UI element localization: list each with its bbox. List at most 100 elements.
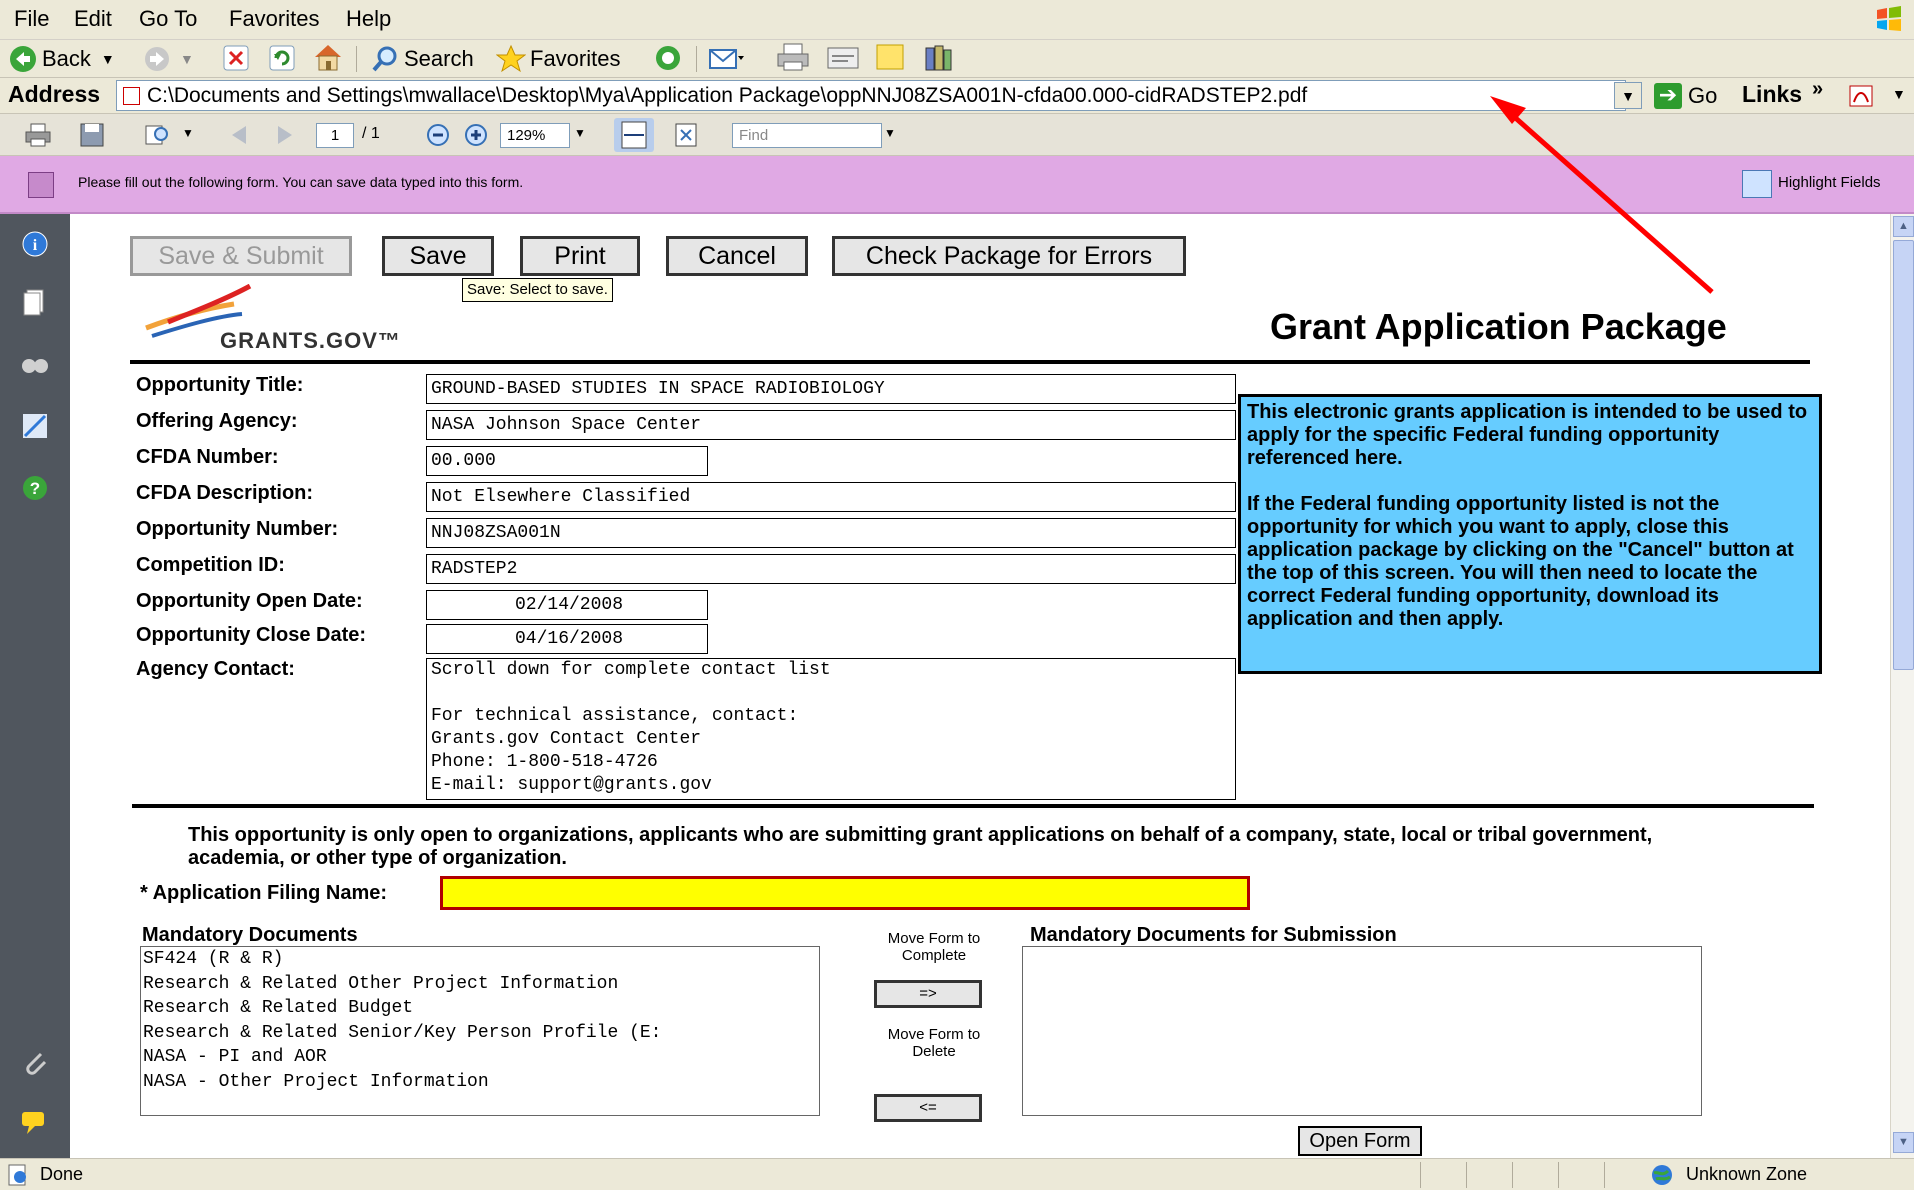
signatures-icon[interactable] — [19, 410, 51, 442]
list-item[interactable]: NASA - Other Project Information — [143, 1070, 819, 1095]
eligibility-notice: This opportunity is only open to organiz… — [188, 824, 1653, 869]
left-navigation-panel: i ? — [0, 214, 70, 1158]
next-page-icon[interactable] — [270, 122, 298, 148]
pages-icon[interactable] — [19, 286, 51, 318]
contact-line: Grants.gov Contact Center — [431, 729, 702, 749]
status-pane — [1512, 1162, 1552, 1188]
zoom-level-input[interactable]: 129% — [500, 123, 570, 148]
address-url: C:\Documents and Settings\mwallace\Deskt… — [147, 84, 1308, 107]
menu-file[interactable]: File — [14, 6, 49, 32]
scroll-thumb[interactable] — [1893, 240, 1914, 670]
windows-logo-icon — [1877, 6, 1901, 31]
ie-page-icon — [8, 1164, 26, 1186]
open-date-label: Opportunity Open Date: — [136, 590, 363, 612]
acrobat-save-icon[interactable] — [78, 122, 106, 148]
acrobat-search-dropdown-icon[interactable]: ▼ — [182, 126, 194, 140]
forward-button[interactable]: ▼ — [142, 43, 194, 75]
save-button[interactable]: Save — [382, 236, 494, 276]
acrobat-dropdown-icon[interactable]: ▼ — [1892, 86, 1906, 102]
form-message-bar: Please fill out the following form. You … — [0, 156, 1914, 214]
acrobat-print-icon[interactable] — [24, 122, 52, 148]
menu-edit[interactable]: Edit — [74, 6, 112, 32]
previous-page-icon[interactable] — [226, 122, 254, 148]
submission-documents-list[interactable] — [1022, 946, 1702, 1116]
attachments-paperclip-icon[interactable] — [19, 1046, 51, 1078]
print-button[interactable]: Print — [520, 236, 640, 276]
comments-icon[interactable] — [19, 1106, 51, 1138]
page-number-input[interactable]: 1 — [316, 123, 354, 148]
favorites-button[interactable]: Favorites — [496, 43, 620, 75]
menu-bar: File Edit Go To Favorites Help — [0, 0, 1914, 40]
form-message-text: Please fill out the following form. You … — [78, 174, 524, 190]
contact-line — [431, 682, 1235, 705]
offering-agency-label: Offering Agency: — [136, 410, 298, 432]
list-item[interactable]: NASA - PI and AOR — [143, 1045, 819, 1070]
move-to-delete-button[interactable]: <= — [874, 1094, 982, 1122]
acrobat-toolbar-icon[interactable] — [1848, 82, 1882, 110]
highlight-fields-button[interactable]: Highlight Fields — [1778, 174, 1881, 191]
zoom-dropdown-icon[interactable]: ▼ — [574, 126, 586, 140]
application-filing-name-input[interactable] — [440, 876, 1250, 910]
media-icon[interactable] — [652, 44, 684, 72]
list-item[interactable]: Research & Related Budget — [143, 996, 819, 1021]
forward-dropdown-icon[interactable]: ▼ — [180, 51, 194, 67]
menu-favorites[interactable]: Favorites — [229, 6, 319, 32]
mail-icon[interactable] — [708, 44, 744, 72]
status-text: Done — [40, 1164, 84, 1184]
fit-width-icon[interactable] — [614, 118, 654, 152]
back-dropdown-icon[interactable]: ▼ — [101, 51, 115, 67]
highlight-fields-icon[interactable] — [1742, 170, 1772, 198]
fit-page-icon[interactable] — [672, 122, 700, 148]
forward-arrow-icon — [145, 47, 169, 71]
go-button[interactable]: ➔ Go — [1654, 81, 1717, 111]
scroll-up-icon[interactable]: ▲ — [1893, 216, 1914, 237]
status-pane — [1558, 1162, 1598, 1188]
vertical-scrollbar[interactable]: ▲ ▼ — [1890, 214, 1914, 1158]
status-bar: Done Unknown Zone — [0, 1158, 1914, 1190]
home-icon[interactable] — [312, 42, 344, 72]
address-input[interactable]: C:\Documents and Settings\mwallace\Deskt… — [116, 80, 1626, 111]
scroll-down-icon[interactable]: ▼ — [1893, 1132, 1914, 1153]
search-button[interactable]: Search — [370, 43, 474, 75]
back-button[interactable]: Back ▼ — [8, 43, 115, 75]
list-item[interactable]: Research & Related Other Project Informa… — [143, 972, 819, 997]
svg-text:?: ? — [30, 479, 40, 498]
info-icon[interactable]: i — [19, 228, 51, 260]
contact-line: Phone: 1-800-518-4726 — [431, 752, 658, 772]
form-notice-icon — [28, 172, 54, 198]
open-form-button[interactable]: Open Form — [1298, 1126, 1422, 1156]
links-button[interactable]: Links — [1742, 81, 1802, 108]
discuss-icon[interactable] — [874, 42, 906, 72]
move-to-complete-button[interactable]: => — [874, 980, 982, 1008]
check-package-button[interactable]: Check Package for Errors — [832, 236, 1186, 276]
contact-line: Scroll down for complete contact list — [431, 660, 831, 680]
back-arrow-icon — [10, 46, 36, 72]
save-submit-button[interactable]: Save & Submit — [130, 236, 352, 276]
menu-help[interactable]: Help — [346, 6, 391, 32]
refresh-icon[interactable] — [268, 44, 296, 72]
mandatory-documents-list[interactable]: SF424 (R & R) Research & Related Other P… — [140, 946, 820, 1116]
find-dropdown-icon[interactable]: ▼ — [884, 126, 896, 140]
section-divider — [132, 804, 1814, 808]
edit-icon[interactable] — [826, 44, 860, 72]
attachments-binoculars-icon[interactable] — [19, 348, 51, 380]
stop-icon[interactable] — [222, 44, 250, 72]
open-date-field: 02/14/2008 — [426, 590, 708, 620]
list-item[interactable]: SF424 (R & R) — [143, 947, 819, 972]
research-icon[interactable] — [922, 42, 954, 72]
svg-text:i: i — [33, 237, 38, 254]
move-to-complete-label: Move Form to Complete — [887, 930, 981, 964]
agency-contact-field[interactable]: Scroll down for complete contact list Fo… — [426, 658, 1236, 800]
print-icon[interactable] — [776, 42, 810, 72]
menu-go-to[interactable]: Go To — [139, 6, 197, 32]
links-chevron-icon[interactable]: » — [1812, 78, 1823, 101]
find-input[interactable]: Find — [732, 123, 882, 148]
address-dropdown-button[interactable]: ▼ — [1614, 82, 1642, 109]
acrobat-search-icon[interactable] — [144, 122, 172, 148]
offering-agency-field: NASA Johnson Space Center — [426, 410, 1236, 440]
zoom-in-icon[interactable] — [462, 122, 490, 148]
cancel-button[interactable]: Cancel — [666, 236, 808, 276]
help-icon[interactable]: ? — [19, 472, 51, 504]
list-item[interactable]: Research & Related Senior/Key Person Pro… — [143, 1021, 819, 1046]
zoom-out-icon[interactable] — [424, 122, 452, 148]
